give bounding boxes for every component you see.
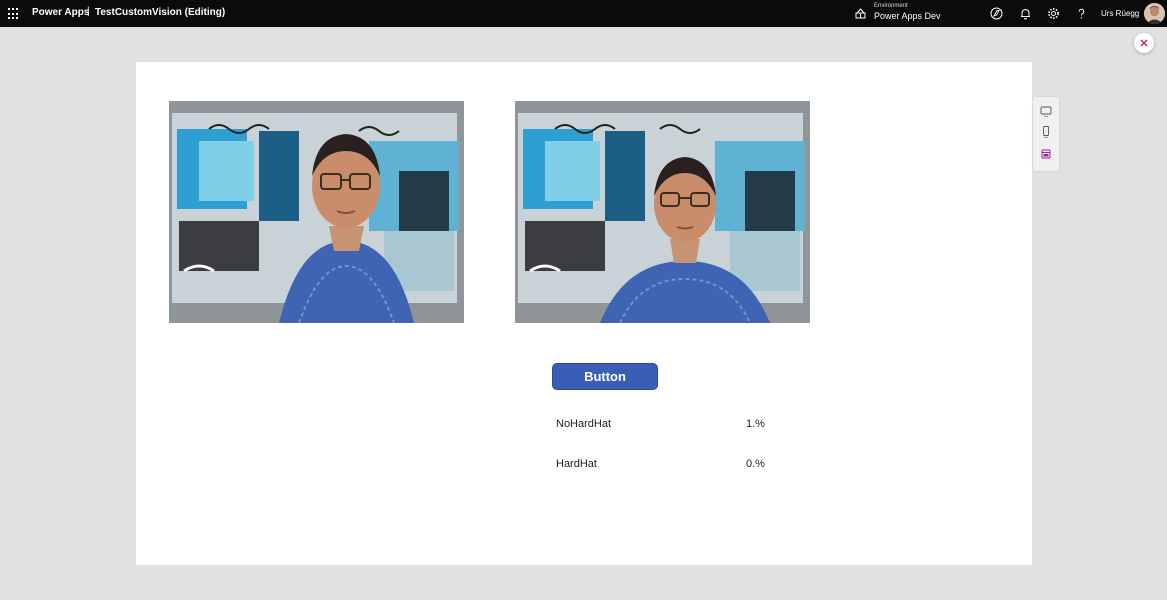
waffle-icon[interactable] bbox=[8, 8, 20, 20]
result-tag-label: NoHardHat bbox=[556, 418, 612, 430]
tablet-icon[interactable] bbox=[1040, 105, 1052, 117]
top-bar: Power Apps | TestCustomVision (Editing) … bbox=[0, 0, 1167, 27]
close-icon bbox=[1140, 39, 1148, 47]
environment-name[interactable]: Power Apps Dev bbox=[874, 11, 941, 21]
calendar-icon[interactable] bbox=[1040, 148, 1052, 160]
bell-icon[interactable] bbox=[1019, 7, 1032, 20]
app-canvas: Button NoHardHat 1.% HardHat 0.% bbox=[136, 62, 1032, 565]
power-automate-icon[interactable] bbox=[990, 7, 1003, 20]
close-button[interactable] bbox=[1134, 33, 1154, 53]
result-tag-label: HardHat bbox=[556, 458, 597, 470]
gear-icon[interactable] bbox=[1047, 7, 1060, 20]
document-title: TestCustomVision (Editing) bbox=[95, 7, 226, 18]
title-separator: | bbox=[87, 6, 90, 17]
environment-label: Environment bbox=[874, 3, 908, 9]
camera-image-original bbox=[169, 101, 464, 323]
phone-icon[interactable] bbox=[1040, 126, 1052, 138]
result-percent-label: 1.% bbox=[746, 418, 765, 430]
analyze-button[interactable]: Button bbox=[552, 363, 658, 390]
camera-image-analyzed bbox=[515, 101, 810, 323]
user-name: Urs Rüegg bbox=[1101, 9, 1140, 18]
avatar[interactable] bbox=[1144, 3, 1165, 24]
result-percent-label: 0.% bbox=[746, 458, 765, 470]
help-icon[interactable] bbox=[1075, 7, 1088, 20]
environment-icon[interactable] bbox=[855, 8, 866, 19]
app-name[interactable]: Power Apps bbox=[32, 7, 89, 18]
device-preview-panel bbox=[1033, 97, 1059, 171]
